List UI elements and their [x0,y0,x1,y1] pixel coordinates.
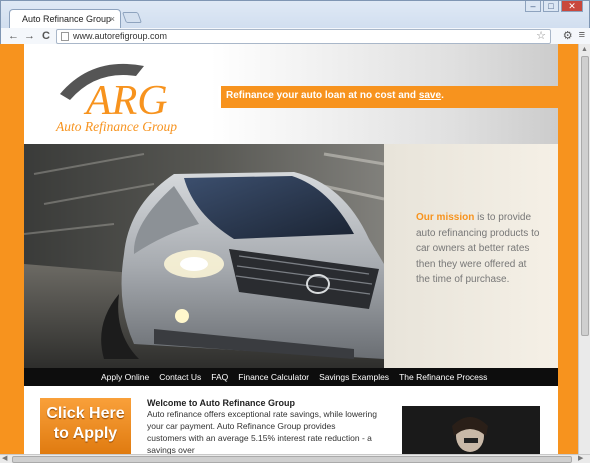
browser-chrome: Auto Refinance Group × – □ ✕ ← → C www.a… [0,0,590,45]
window-controls: – □ ✕ [525,1,583,12]
arg-logo[interactable]: ARG Auto Refinance Group [52,54,202,134]
apply-cta-button[interactable]: Click Here to Apply [40,398,131,454]
page-container: ARG Auto Refinance Group Refinance your … [23,44,558,454]
scroll-left-icon[interactable]: ◀ [2,455,7,463]
tab-close-icon[interactable]: × [110,10,115,28]
web-page: ARG Auto Refinance Group Refinance your … [0,44,578,454]
welcome-title: Welcome to Auto Refinance Group [147,398,296,408]
nav-finance-calculator[interactable]: Finance Calculator [238,372,309,382]
site-header: ARG Auto Refinance Group Refinance your … [24,44,558,144]
browser-toolbar: ← → C www.autorefigroup.com ☆ ⚙ ≡ [1,28,590,45]
address-bar[interactable]: www.autorefigroup.com ☆ [56,29,551,44]
vertical-scrollbar[interactable]: ▲ [578,44,590,454]
main-nav: Apply Online Contact Us FAQ Finance Calc… [24,368,558,386]
mission-highlight: Our mission [416,212,475,223]
reload-icon[interactable]: C [42,29,50,43]
logo-name: Auto Refinance Group [55,119,177,134]
wrench-icon[interactable]: ⚙ [563,29,573,42]
bookmark-star-icon[interactable]: ☆ [536,30,546,43]
nav-savings-examples[interactable]: Savings Examples [319,372,389,382]
video-thumbnail [402,406,540,454]
nav-contact-us[interactable]: Contact Us [159,372,201,382]
cta-line-2: to Apply [53,425,118,442]
new-tab-button[interactable] [121,12,143,23]
video-player[interactable] [402,406,540,454]
back-icon[interactable]: ← [8,29,19,43]
logo-letters: ARG [83,78,168,124]
page-icon [61,32,69,41]
tagline-save-link[interactable]: save [419,90,441,101]
vertical-scroll-thumb[interactable] [581,56,589,336]
scroll-up-icon[interactable]: ▲ [581,46,588,54]
minimize-button[interactable]: – [525,1,541,12]
nav-refinance-process[interactable]: The Refinance Process [399,372,487,382]
menu-icon[interactable]: ≡ [579,29,585,42]
welcome-body: Auto refinance offers exceptional rate s… [147,409,377,454]
nav-faq[interactable]: FAQ [211,372,228,382]
mission-statement: Our mission is to provide auto refinanci… [416,210,540,288]
url-text: www.autorefigroup.com [73,31,168,41]
close-window-button[interactable]: ✕ [561,1,583,12]
horizontal-scrollbar[interactable]: ◀ ▶ [0,454,590,463]
tagline-text: Refinance your auto loan at no cost and [226,90,419,101]
tab-title: Auto Refinance Group [22,14,112,24]
horizontal-scroll-thumb[interactable] [12,456,572,463]
nav-apply-online[interactable]: Apply Online [101,372,149,382]
cta-line-1: Click Here [46,405,125,422]
tagline-period: . [441,90,444,101]
main-content: Click Here to Apply Welcome to Auto Refi… [24,386,558,454]
hero-banner: Our mission is to provide auto refinanci… [23,144,558,368]
browser-tab[interactable]: Auto Refinance Group × [9,9,121,28]
header-tagline: Refinance your auto loan at no cost and … [218,86,558,108]
forward-icon[interactable]: → [24,29,35,43]
scroll-right-icon[interactable]: ▶ [578,455,583,463]
maximize-button[interactable]: □ [543,1,559,12]
